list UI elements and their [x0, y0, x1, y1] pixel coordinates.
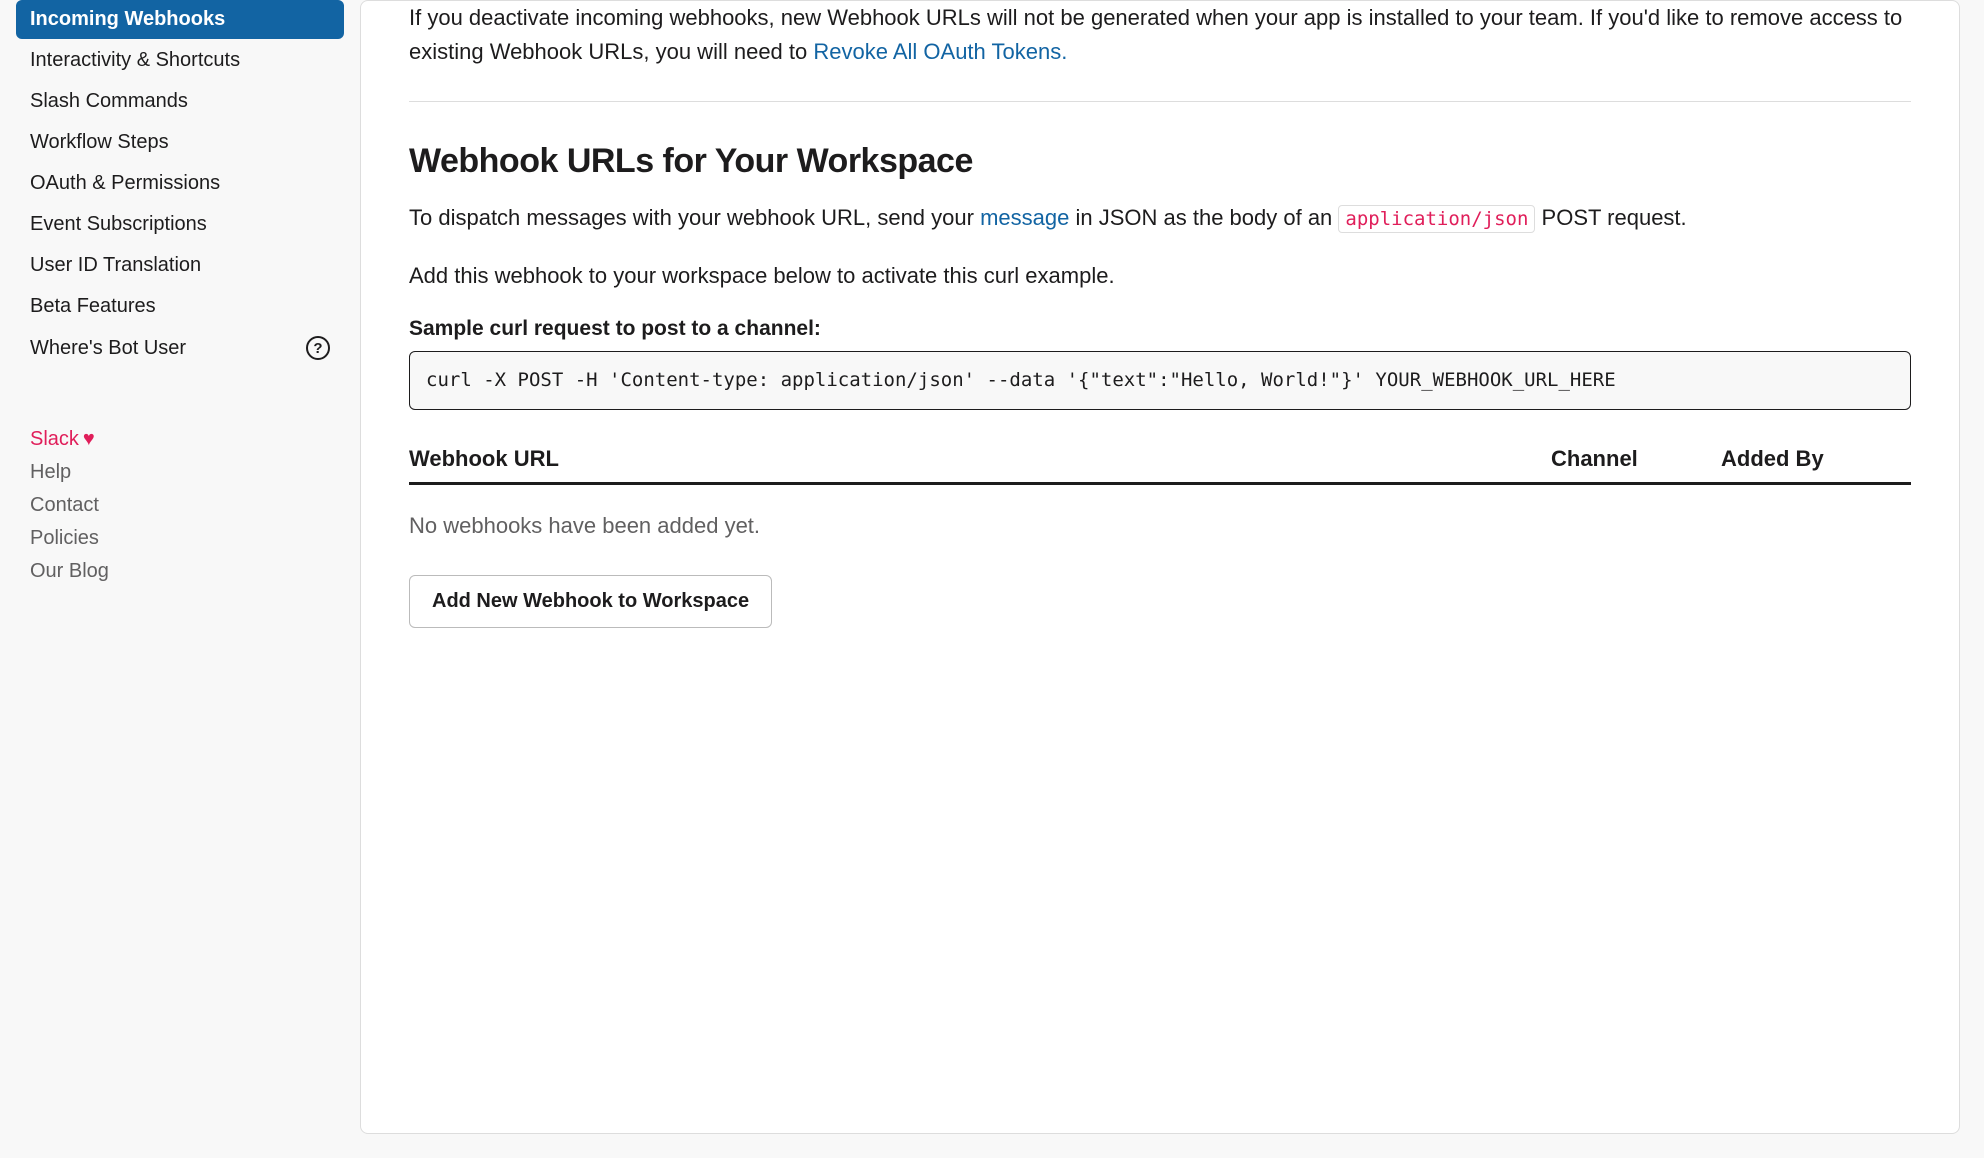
- sidebar-item-label: Slash Commands: [30, 90, 188, 113]
- add-webhook-button[interactable]: Add New Webhook to Workspace: [409, 575, 772, 628]
- sidebar-item-incoming-webhooks[interactable]: Incoming Webhooks: [16, 0, 344, 39]
- sidebar-item-label: Beta Features: [30, 295, 156, 318]
- sidebar-footer: Slack♥ Help Contact Policies Our Blog: [16, 428, 344, 583]
- sidebar-item-label: Workflow Steps: [30, 131, 169, 154]
- col-channel: Channel: [1551, 446, 1721, 472]
- sidebar-item-slash-commands[interactable]: Slash Commands: [16, 82, 344, 121]
- sidebar-item-label: OAuth & Permissions: [30, 172, 220, 195]
- footer-link-policies[interactable]: Policies: [30, 527, 344, 550]
- col-added-by: Added By: [1721, 446, 1911, 472]
- help-icon[interactable]: ?: [306, 336, 330, 360]
- activate-text: Add this webhook to your workspace below…: [409, 259, 1911, 293]
- footer-link-contact[interactable]: Contact: [30, 494, 344, 517]
- revoke-tokens-link[interactable]: Revoke All OAuth Tokens.: [813, 39, 1067, 64]
- sidebar-item-beta-features[interactable]: Beta Features: [16, 287, 344, 326]
- dispatch-suffix: POST request.: [1535, 205, 1686, 230]
- sidebar-item-where-s-bot-user[interactable]: Where's Bot User?: [16, 328, 344, 368]
- sidebar: Incoming Webhooks Interactivity & Shortcu…: [0, 0, 360, 1158]
- sidebar-item-label: Where's Bot User: [30, 337, 186, 360]
- dispatch-paragraph: To dispatch messages with your webhook U…: [409, 201, 1911, 235]
- code-label: Sample curl request to post to a channel…: [409, 317, 1911, 341]
- footer-link-slack[interactable]: Slack♥: [30, 428, 344, 451]
- sidebar-item-label: Incoming Webhooks: [30, 8, 225, 31]
- webhooks-empty-message: No webhooks have been added yet.: [409, 485, 1911, 575]
- dispatch-mid: in JSON as the body of an: [1069, 205, 1338, 230]
- section-title: Webhook URLs for Your Workspace: [409, 142, 1911, 181]
- sidebar-item-interactivity-shortcuts[interactable]: Interactivity & Shortcuts: [16, 41, 344, 80]
- curl-code-block: curl -X POST -H 'Content-type: applicati…: [409, 351, 1911, 410]
- intro-paragraph: If you deactivate incoming webhooks, new…: [409, 1, 1911, 69]
- intro-text: If you deactivate incoming webhooks, new…: [409, 5, 1902, 64]
- heart-icon: ♥: [83, 428, 95, 450]
- dispatch-prefix: To dispatch messages with your webhook U…: [409, 205, 980, 230]
- divider: [409, 101, 1911, 102]
- sidebar-item-workflow-steps[interactable]: Workflow Steps: [16, 123, 344, 162]
- message-link[interactable]: message: [980, 205, 1069, 230]
- main-content: If you deactivate incoming webhooks, new…: [360, 0, 1960, 1134]
- content-type-code: application/json: [1338, 205, 1535, 233]
- sidebar-item-label: Event Subscriptions: [30, 213, 207, 236]
- sidebar-item-user-id-translation[interactable]: User ID Translation: [16, 246, 344, 285]
- sidebar-item-label: Interactivity & Shortcuts: [30, 49, 240, 72]
- sidebar-item-event-subscriptions[interactable]: Event Subscriptions: [16, 205, 344, 244]
- webhooks-table-header: Webhook URL Channel Added By: [409, 446, 1911, 485]
- footer-link-help[interactable]: Help: [30, 461, 344, 484]
- col-webhook-url: Webhook URL: [409, 446, 1551, 472]
- sidebar-item-label: User ID Translation: [30, 254, 201, 277]
- footer-link-our-blog[interactable]: Our Blog: [30, 560, 344, 583]
- sidebar-item-oauth-permissions[interactable]: OAuth & Permissions: [16, 164, 344, 203]
